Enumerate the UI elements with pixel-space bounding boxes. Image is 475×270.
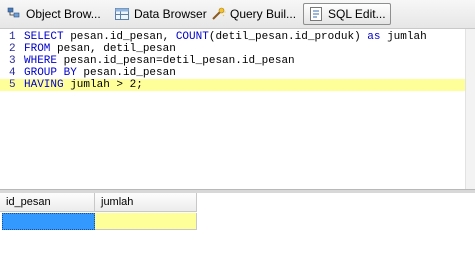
line-number: 5	[9, 79, 16, 91]
tab-label: Object Brow...	[26, 7, 101, 21]
code-text: HAVING jumlah > 2;	[24, 79, 143, 91]
code-text: SELECT pesan.id_pesan, COUNT(detil_pesan…	[24, 31, 427, 43]
sql-keyword: FROM	[24, 43, 51, 55]
sql-text: jumlah	[380, 31, 427, 43]
sql-keyword: HAVING	[24, 79, 64, 91]
sql-keyword: SELECT	[24, 31, 64, 43]
object-browser-icon	[6, 6, 22, 22]
tab-label: SQL Edit...	[328, 7, 386, 21]
sql-keyword: GROUP BY	[24, 67, 77, 79]
code-line[interactable]: 5 HAVING jumlah > 2;	[0, 79, 465, 91]
sql-text: pesan.id_pesan=detil_pesan.id_pesan	[57, 55, 295, 67]
sql-text: jumlah > 2;	[63, 79, 143, 91]
sql-text: pesan.id_pesan	[76, 67, 176, 79]
tab-sql-editor[interactable]: SQL Edit...	[303, 3, 391, 25]
line-number: 1	[9, 31, 16, 43]
result-grid[interactable]: id_pesan jumlah	[0, 193, 475, 270]
sql-text: (detil_pesan.id_produk)	[208, 31, 368, 43]
tab-data-browser[interactable]: Data Browser	[114, 4, 207, 24]
column-header-id-pesan[interactable]: id_pesan	[0, 193, 95, 212]
sql-keyword: COUNT	[175, 31, 209, 43]
code-text: WHERE pesan.id_pesan=detil_pesan.id_pesa…	[24, 55, 295, 67]
sql-keyword: WHERE	[24, 55, 58, 67]
line-number: 4	[9, 67, 16, 79]
code-line[interactable]: 2 FROM pesan, detil_pesan	[0, 43, 465, 55]
line-number: 2	[9, 43, 16, 55]
data-browser-icon	[114, 6, 130, 22]
vertical-scrollbar[interactable]	[465, 29, 475, 189]
tab-query-builder[interactable]: Query Buil...	[210, 4, 296, 24]
column-header-jumlah[interactable]: jumlah	[95, 193, 197, 212]
toolbar: Object Brow... Data Browser Query Buil..…	[0, 0, 475, 29]
grid-cell-id-pesan[interactable]	[2, 213, 95, 230]
sql-editor-icon	[308, 6, 324, 22]
query-builder-icon	[210, 6, 226, 22]
code-line[interactable]: 3 WHERE pesan.id_pesan=detil_pesan.id_pes…	[0, 55, 465, 67]
tab-label: Query Buil...	[230, 7, 297, 21]
code-text: GROUP BY pesan.id_pesan	[24, 67, 176, 79]
tab-object-browser[interactable]: Object Brow...	[6, 4, 101, 24]
tab-label: Data Browser	[134, 7, 207, 21]
sql-text: pesan.id_pesan,	[63, 31, 176, 43]
sql-text: pesan, detil_pesan	[50, 43, 176, 55]
code-line[interactable]: 4 GROUP BY pesan.id_pesan	[0, 67, 465, 79]
grid-empty-area	[197, 193, 475, 230]
line-number: 3	[9, 55, 16, 67]
sql-keyword: as	[367, 31, 381, 43]
code-text: FROM pesan, detil_pesan	[24, 43, 176, 55]
sql-editor[interactable]: 1 SELECT pesan.id_pesan, COUNT(detil_pesa…	[0, 29, 465, 189]
grid-cell-jumlah[interactable]	[95, 213, 197, 230]
code-line[interactable]: 1 SELECT pesan.id_pesan, COUNT(detil_pesa…	[0, 31, 465, 43]
